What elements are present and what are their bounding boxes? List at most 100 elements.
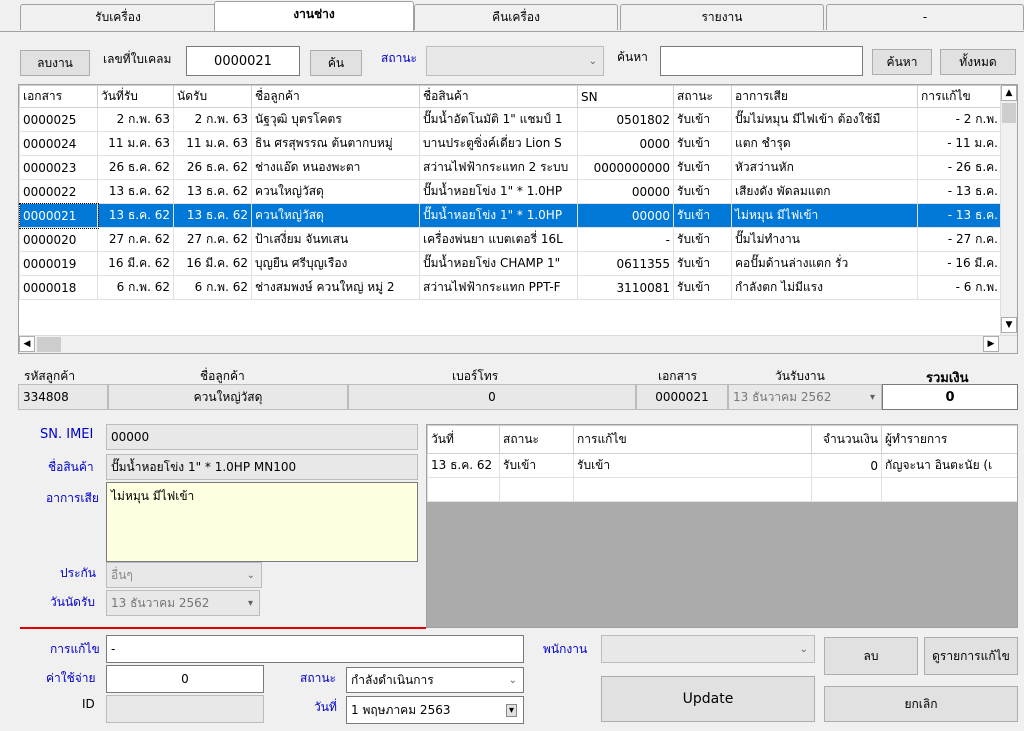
id-label: ID — [82, 697, 95, 711]
history-fix: รับเข้า — [573, 453, 812, 478]
tab-report[interactable]: รายงาน — [620, 4, 824, 30]
cell-symptom: กำลังตก ไม่มีแรง — [731, 275, 918, 300]
col-appointment[interactable]: นัดรับ — [173, 85, 252, 108]
find-button[interactable]: ค้น — [310, 50, 362, 76]
sn-label: SN. IMEI — [40, 427, 94, 442]
cell-fix: - 6 ก.พ. — [917, 275, 1002, 300]
search-button[interactable]: ค้นหา — [872, 49, 932, 75]
cell-sn: 0501802 — [577, 107, 674, 132]
search-label: ค้นหา — [617, 50, 648, 64]
sn-field: 00000 — [106, 424, 418, 450]
cell-symptom: ไม่หมุน มีไฟเข้า — [731, 203, 918, 228]
cell-fix: - 16 มี.ค. — [917, 251, 1002, 276]
tab-technician[interactable]: งานช่าง — [214, 1, 414, 31]
search-input[interactable] — [660, 46, 863, 76]
grid-horizontal-scrollbar[interactable]: ◀ ▶ — [19, 335, 1017, 353]
history-status: รับเข้า — [499, 453, 574, 478]
history-amount: 0 — [811, 453, 882, 478]
status-filter-select[interactable]: ⌄ — [426, 46, 604, 76]
table-row[interactable]: 0000021 13 ธ.ค. 62 13 ธ.ค. 62 ควนใหญ่วัสดุป… — [19, 202, 1002, 229]
hcol-amount[interactable]: จำนวนเงิน — [811, 425, 882, 454]
cell-appointment: 6 ก.พ. 62 — [173, 275, 252, 300]
jobs-grid[interactable]: เอกสาร วันที่รับ นัดรับ ชื่อลูกค้า ชื่อส… — [18, 84, 1018, 354]
table-row[interactable]: 0000019 16 มี.ค. 62 16 มี.ค. 62 บุญยืน ศรีบ… — [19, 251, 1002, 276]
hcol-date[interactable]: วันที่ — [427, 425, 500, 454]
cell-status: รับเข้า — [673, 227, 732, 252]
cell-symptom: คอปั๊มด้านล่างแตก รั่ว — [731, 251, 918, 276]
table-row[interactable]: 0000022 13 ธ.ค. 62 13 ธ.ค. 62 ควนใหญ่วัสดุป… — [19, 179, 1002, 204]
col-status[interactable]: สถานะ — [673, 85, 732, 108]
warranty-value: อื่นๆ — [111, 567, 133, 582]
history-row[interactable]: 13 ธ.ค. 62 รับเข้า รับเข้า 0 กัญจะนา อิน… — [427, 453, 1017, 478]
hcol-fix[interactable]: การแก้ไข — [573, 425, 812, 454]
grid-header-row: เอกสาร วันที่รับ นัดรับ ชื่อลูกค้า ชื่อส… — [19, 85, 1002, 108]
col-doc[interactable]: เอกสาร — [19, 85, 98, 108]
col-symptom[interactable]: อาการเสีย — [731, 85, 918, 108]
date-value: 1 พฤษภาคม 2563 — [351, 702, 451, 717]
cell-status: รับเข้า — [673, 179, 732, 204]
col-fix[interactable]: การแก้ไข — [917, 85, 1002, 108]
cell-customer: ควนใหญ่วัสดุ — [251, 203, 420, 228]
table-row[interactable]: 0000023 26 ธ.ค. 62 26 ธ.ค. 62 ช่างแอ๊ด หนอง… — [19, 155, 1002, 180]
fix-input[interactable]: - — [106, 635, 524, 663]
col-product[interactable]: ชื่อสินค้า — [419, 85, 578, 108]
history-grid[interactable]: วันที่ สถานะ การแก้ไข จำนวนเงิน ผู้ทำราย… — [426, 424, 1018, 628]
cell-customer: บุญยืน ศรีบุญเรือง — [251, 251, 420, 276]
cell-appointment: 27 ก.ค. 62 — [173, 227, 252, 252]
col-sn[interactable]: SN — [577, 85, 674, 108]
history-by: กัญจะนา อินตะนัย (เ — [881, 453, 1017, 478]
tab-receive[interactable]: รับเครื่อง — [20, 4, 216, 30]
scroll-down-icon[interactable]: ▼ — [1001, 317, 1017, 333]
view-fix-list-button[interactable]: ดูรายการแก้ไข — [924, 637, 1018, 675]
cell-doc: 0000024 — [19, 131, 98, 156]
cell-fix: - 11 ม.ค. — [917, 131, 1002, 156]
symptom-memo[interactable]: ไม่หมุน มีไฟเข้า — [106, 482, 418, 562]
scroll-right-icon[interactable]: ▶ — [983, 336, 999, 352]
cancel-button[interactable]: ยกเลิก — [824, 686, 1018, 722]
cell-customer: ช่างสมพงษ์ ควนใหญ่ หมู่ 2 — [251, 275, 420, 300]
calendar-dropdown-icon[interactable]: ▾ — [505, 703, 517, 717]
hcol-by[interactable]: ผู้ทำรายการ — [881, 425, 1017, 454]
history-new-row[interactable] — [427, 477, 1017, 502]
table-row[interactable]: 0000025 2 ก.พ. 63 2 ก.พ. 63 นัฐวุฒิ บุตรโคต… — [19, 107, 1002, 132]
show-all-button[interactable]: ทั้งหมด — [940, 49, 1016, 75]
update-button[interactable]: Update — [601, 676, 815, 722]
cell-received-date: 2 ก.พ. 63 — [97, 107, 174, 132]
job-status-select[interactable]: กำลังดำเนินการ ⌄ — [346, 667, 524, 693]
chevron-down-icon: ⌄ — [799, 643, 808, 655]
claim-number-input[interactable]: 0000021 — [186, 46, 300, 76]
cost-input[interactable]: 0 — [106, 665, 264, 693]
cell-appointment: 2 ก.พ. 63 — [173, 107, 252, 132]
delete-button[interactable]: ลบ — [824, 637, 918, 675]
tab-return[interactable]: คืนเครื่อง — [414, 4, 618, 30]
scroll-up-icon[interactable]: ▲ — [1001, 85, 1017, 101]
doc-field: 0000021 — [636, 384, 728, 410]
date-picker[interactable]: 1 พฤษภาคม 2563 ▾ — [346, 696, 524, 724]
product-label: ชื่อสินค้า — [48, 460, 94, 474]
phone-field: 0 — [348, 384, 636, 410]
cell-received-date: 13 ธ.ค. 62 — [97, 179, 174, 204]
cell-sn: 0611355 — [577, 251, 674, 276]
cell-received-date: 6 ก.พ. 62 — [97, 275, 174, 300]
cell-doc: 0000023 — [19, 155, 98, 180]
delete-job-button[interactable]: ลบงาน — [20, 50, 90, 76]
hscroll-thumb[interactable] — [37, 337, 61, 352]
cell-symptom: แตก ชำรุด — [731, 131, 918, 156]
table-row[interactable]: 0000018 6 ก.พ. 62 6 ก.พ. 62 ช่างสมพงษ์ ควนใ… — [19, 275, 1002, 300]
grid-vertical-scrollbar[interactable]: ▲ ▼ — [1000, 85, 1017, 335]
cell-doc: 0000018 — [19, 275, 98, 300]
table-row[interactable]: 0000020 27 ก.ค. 62 27 ก.ค. 62 ป้าเสงี่ยม จั… — [19, 227, 1002, 252]
col-customer[interactable]: ชื่อลูกค้า — [251, 85, 420, 108]
cell-status: รับเข้า — [673, 251, 732, 276]
history-header-row: วันที่ สถานะ การแก้ไข จำนวนเงิน ผู้ทำราย… — [427, 425, 1017, 454]
table-row[interactable]: 0000024 11 ม.ค. 63 11 ม.ค. 63 ธิน ศรสุพรรณ … — [19, 131, 1002, 156]
hcol-status[interactable]: สถานะ — [499, 425, 574, 454]
col-received-date[interactable]: วันที่รับ — [97, 85, 174, 108]
history-table: วันที่ สถานะ การแก้ไข จำนวนเงิน ผู้ทำราย… — [427, 425, 1017, 502]
scroll-left-icon[interactable]: ◀ — [19, 336, 35, 352]
cell-appointment: 13 ธ.ค. 62 — [173, 179, 252, 204]
tab-other[interactable]: - — [826, 4, 1024, 30]
scroll-thumb[interactable] — [1002, 103, 1016, 123]
staff-select[interactable]: ⌄ — [601, 635, 815, 663]
cell-sn: 0000 — [577, 131, 674, 156]
